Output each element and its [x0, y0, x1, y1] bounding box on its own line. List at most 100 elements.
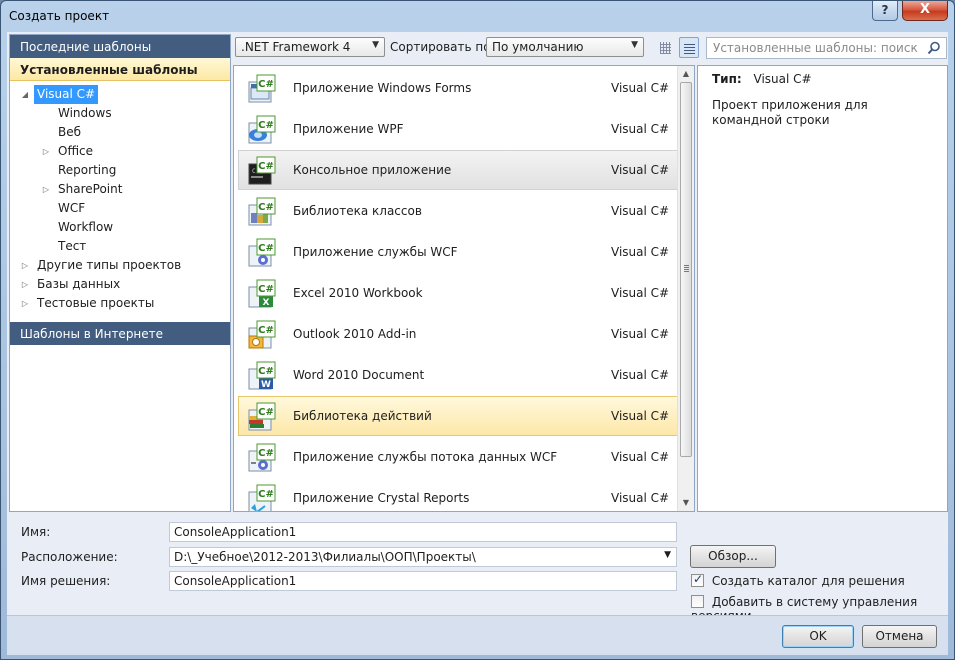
template-language: Visual C#: [611, 204, 670, 218]
template-name: Приложение Windows Forms: [293, 81, 472, 95]
tree-item[interactable]: Reporting: [10, 161, 230, 180]
expand-arrow-icon[interactable]: ▷: [41, 142, 51, 161]
template-list: C# Приложение Windows Forms Visual C# C# При…: [233, 65, 695, 512]
toolbar: .NET Framework 4 ▼ Сортировать по: По ум…: [233, 36, 947, 60]
expand-arrow-icon[interactable]: ▷: [41, 180, 51, 199]
grid-view-icon: [660, 42, 671, 54]
template-name: Библиотека классов: [293, 204, 422, 218]
scroll-thumb[interactable]: [680, 82, 692, 457]
tree-item[interactable]: ▷ Тестовые проекты: [10, 294, 230, 313]
template-name: Консольное приложение: [293, 163, 452, 177]
ok-button[interactable]: OK: [782, 625, 854, 648]
project-name-input[interactable]: ConsoleApplication1: [169, 522, 677, 542]
scroll-up-icon[interactable]: ▲: [678, 66, 694, 82]
svg-text:C#: C#: [258, 284, 274, 295]
template-item[interactable]: C# Приложение Crystal Reports Visual C#: [238, 478, 680, 511]
list-view-icon: [684, 42, 695, 54]
location-input[interactable]: D:\_Учебное\2012-2013\Филиалы\ООП\Проект…: [169, 547, 677, 567]
checkbox-box[interactable]: ✓: [691, 572, 704, 587]
template-item[interactable]: X C# Excel 2010 Workbook Visual C#: [238, 273, 680, 313]
word-icon: W C#: [247, 361, 277, 391]
template-item[interactable]: C# Приложение WPF Visual C#: [238, 109, 680, 149]
svg-text:W: W: [261, 380, 271, 390]
template-name: Outlook 2010 Add-in: [293, 327, 417, 341]
chevron-down-icon: ▼: [631, 40, 638, 50]
tree-item[interactable]: ▷ SharePoint: [10, 180, 230, 199]
vertical-scrollbar[interactable]: ▲ ▼: [677, 66, 694, 511]
template-item[interactable]: C# Библиотека классов Visual C#: [238, 191, 680, 231]
svg-text:C#: C#: [258, 489, 274, 500]
sort-value: По умолчанию: [492, 40, 584, 54]
list-view-button[interactable]: [679, 37, 699, 58]
dialog-footer: OK Отмена: [7, 615, 948, 655]
template-categories-pane: Последние шаблоны Установленные шаблоны …: [9, 34, 231, 512]
tree-item[interactable]: Веб: [10, 123, 230, 142]
framework-select[interactable]: .NET Framework 4 ▼: [235, 37, 385, 57]
template-item[interactable]: C# Outlook 2010 Add-in Visual C#: [238, 314, 680, 354]
recent-templates-header[interactable]: Последние шаблоны: [10, 35, 230, 58]
solution-name-input[interactable]: ConsoleApplication1: [169, 571, 677, 591]
template-language: Visual C#: [611, 122, 670, 136]
template-item[interactable]: C# Приложение службы потока данных WCF Vis…: [238, 437, 680, 477]
scroll-down-icon[interactable]: ▼: [678, 495, 694, 511]
help-button[interactable]: ?: [872, 1, 898, 21]
svg-text:C#: C#: [258, 407, 274, 418]
cancel-button[interactable]: Отмена: [862, 625, 937, 648]
svg-text:C#: C#: [258, 202, 274, 213]
outlook-icon: C#: [247, 320, 277, 350]
sort-select[interactable]: По умолчанию ▼: [486, 37, 644, 57]
svg-text:C#: C#: [258, 120, 274, 131]
wcf-service-icon: C#: [247, 238, 277, 268]
expand-arrow-icon[interactable]: ▷: [20, 275, 30, 294]
svg-text:C#: C#: [258, 79, 274, 90]
template-item[interactable]: C:\C# Консольное приложение Visual C#: [238, 150, 680, 190]
create-directory-checkbox[interactable]: ✓ Создать каталог для решения: [691, 572, 905, 588]
tree-item[interactable]: Windows: [10, 104, 230, 123]
svg-text:C#: C#: [258, 448, 274, 459]
tree-item[interactable]: Workflow: [10, 218, 230, 237]
template-name: Word 2010 Document: [293, 368, 425, 382]
template-item[interactable]: W C# Word 2010 Document Visual C#: [238, 355, 680, 395]
tree-item-label: Visual C#: [34, 85, 99, 104]
expand-arrow-icon[interactable]: ▷: [20, 256, 30, 275]
tree-item[interactable]: Тест: [10, 237, 230, 256]
search-input[interactable]: Установленные шаблоны: поиск: [706, 37, 947, 59]
excel-icon: X C#: [247, 279, 277, 309]
browse-button[interactable]: Обзор...: [690, 545, 776, 568]
tree-item-label: SharePoint: [58, 182, 123, 196]
collapse-arrow-icon[interactable]: ◢: [20, 85, 30, 104]
tree-item[interactable]: ▷ Базы данных: [10, 275, 230, 294]
template-name: Библиотека действий: [293, 409, 432, 423]
close-button[interactable]: X: [902, 1, 948, 21]
svg-text:X: X: [263, 298, 270, 308]
search-icon[interactable]: [927, 41, 941, 55]
checkmark-icon: ✓: [693, 572, 704, 586]
wpf-icon: C#: [247, 115, 277, 145]
template-item[interactable]: C# Приложение службы WCF Visual C#: [238, 232, 680, 272]
online-templates-header[interactable]: Шаблоны в Интернете: [10, 322, 230, 345]
tree-item-label: Office: [58, 144, 94, 158]
installed-templates-header[interactable]: Установленные шаблоны: [10, 58, 230, 81]
tree-item-label: WCF: [58, 201, 86, 215]
tree-item[interactable]: WCF: [10, 199, 230, 218]
small-icons-view-button[interactable]: [655, 37, 675, 58]
template-language: Visual C#: [611, 327, 670, 341]
template-item[interactable]: C# Приложение Windows Forms Visual C#: [238, 68, 680, 108]
template-item[interactable]: C# Библиотека действий Visual C#: [238, 396, 680, 436]
svg-text:C#: C#: [258, 243, 274, 254]
template-details-pane: Тип: Visual C# Проект приложения для ком…: [697, 65, 948, 512]
template-language: Visual C#: [611, 163, 670, 177]
title-bar[interactable]: Создать проект ? X: [1, 1, 954, 31]
expand-arrow-icon[interactable]: ▷: [20, 294, 30, 313]
template-name: Приложение службы WCF: [293, 245, 458, 259]
chevron-down-icon[interactable]: ▼: [664, 550, 671, 560]
create-directory-label: Создать каталог для решения: [711, 574, 905, 588]
template-language: Visual C#: [611, 450, 670, 464]
template-language: Visual C#: [611, 491, 670, 505]
tree-item[interactable]: ▷ Другие типы проектов: [10, 256, 230, 275]
tree-item[interactable]: ◢ Visual C#: [10, 85, 230, 104]
checkbox-box[interactable]: [691, 595, 704, 608]
tree-item[interactable]: ▷ Office: [10, 142, 230, 161]
template-language: Visual C#: [611, 245, 670, 259]
solution-name-value: ConsoleApplication1: [174, 574, 297, 588]
